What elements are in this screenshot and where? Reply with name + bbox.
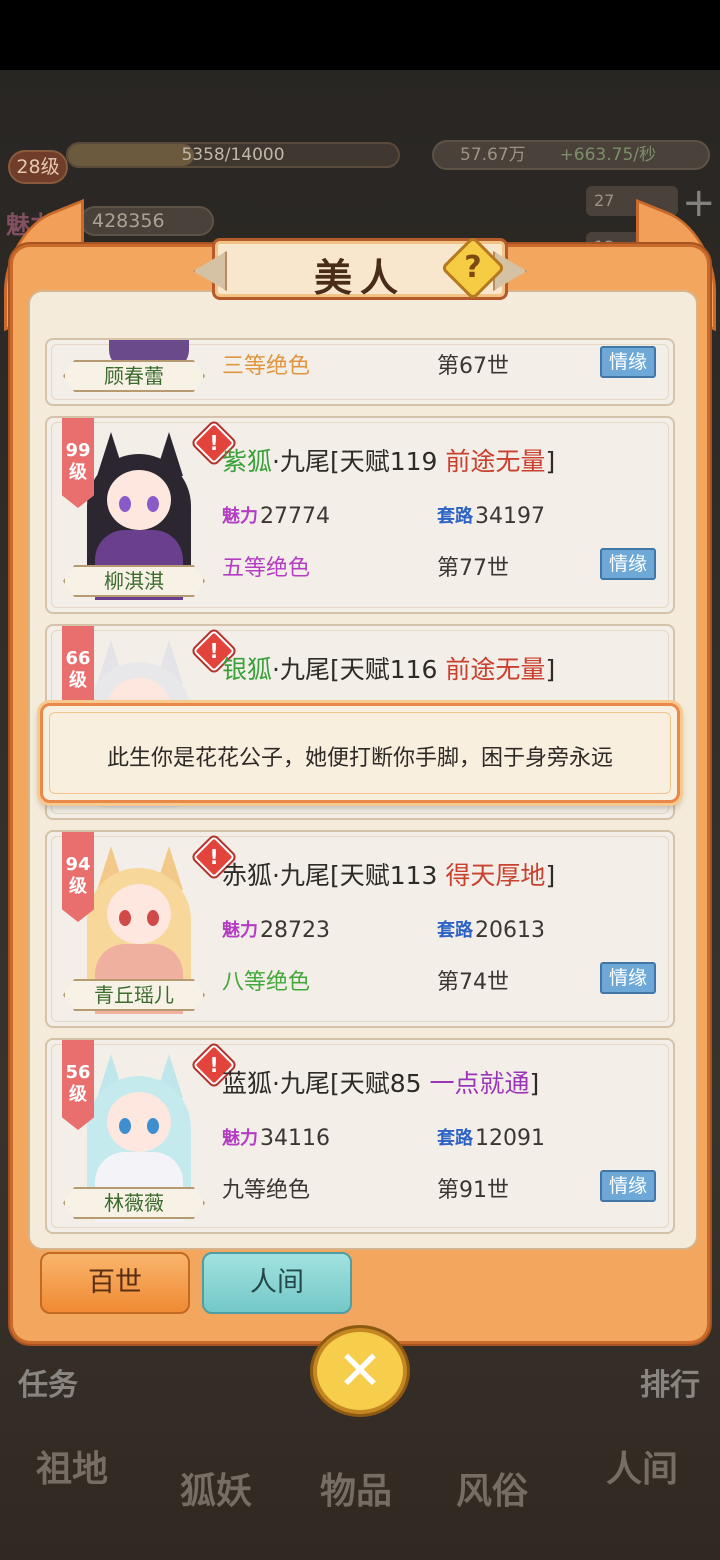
qingyuan-button[interactable]: 情缘 [600, 548, 656, 580]
qingyuan-button[interactable]: 情缘 [600, 1170, 656, 1202]
skill-icon: 套路 [437, 1128, 473, 1149]
exp-bar: 5358/14000 [66, 142, 400, 168]
beauty-card: 99级 柳淇淇 ! 紫狐·九尾[天赋119 前途无量] 魅力27774 套路34… [45, 416, 675, 614]
beauty-grade: 八等绝色 [222, 970, 311, 995]
resource-amount: 57.67万 [460, 145, 526, 165]
skill-stat: 套路20613 [437, 918, 545, 943]
beauty-name: 青丘瑶儿 [63, 979, 205, 1011]
bottom-nav: 祖地 狐妖 物品 风俗 人间 [0, 1390, 720, 1560]
beauty-card: 94级 青丘瑶儿 ! 赤狐·九尾[天赋113 得天厚地] 魅力28723 套路2… [45, 830, 675, 1028]
resource-rate: +663.75/秒 [559, 145, 656, 165]
beauty-generation: 第67世 [437, 354, 509, 379]
beauty-level: 56级 [62, 1040, 94, 1130]
tab-baishi[interactable]: 百世 [40, 1252, 190, 1314]
charm-stat: 魅力34116 [222, 1126, 330, 1151]
beauty-card: 顾春蕾 三等绝色 第67世 情缘 [45, 338, 675, 406]
beauty-title: 银狐·九尾[天赋116 前途无量] [222, 655, 556, 684]
skill-stat: 套路34197 [437, 504, 545, 529]
toast-text: 此生你是花花公子，她便打断你手脚，困于身旁永远 [106, 746, 613, 771]
qingyuan-button[interactable]: 情缘 [600, 962, 656, 994]
beauty-grade: 三等绝色 [222, 354, 311, 379]
charm-icon: 魅力 [222, 506, 258, 527]
beauty-card: 56级 林薇薇 ! 蓝狐·九尾[天赋85 一点就通] 魅力34116 套路120… [45, 1038, 675, 1234]
beauty-grade: 九等绝色 [222, 1178, 311, 1203]
tab-renjian[interactable]: 人间 [202, 1252, 352, 1314]
charm-icon: 魅力 [222, 920, 258, 941]
nav-huyao[interactable]: 狐妖 [180, 1462, 252, 1514]
beauty-title: 紫狐·九尾[天赋119 前途无量] [222, 447, 556, 476]
beauty-level: 94级 [62, 832, 94, 922]
skill-stat: 套路12091 [437, 1126, 545, 1151]
skill-icon: 套路 [437, 920, 473, 941]
nav-fengsu[interactable]: 风俗 [456, 1462, 528, 1514]
beauty-title: 蓝狐·九尾[天赋85 一点就通] [222, 1069, 540, 1098]
nav-renjian[interactable]: 人间 [606, 1440, 678, 1492]
beauty-generation: 第74世 [437, 970, 509, 995]
nav-zudi[interactable]: 祖地 [36, 1440, 108, 1492]
skill-icon: 套路 [437, 506, 473, 527]
charm-stat: 魅力28723 [222, 918, 330, 943]
beauty-name: 顾春蕾 [63, 360, 205, 392]
qingyuan-button[interactable]: 情缘 [600, 346, 656, 378]
beauty-generation: 第77世 [437, 556, 509, 581]
plus-icon: + [682, 180, 716, 226]
charm-icon: 魅力 [222, 1128, 258, 1149]
toast-message: 此生你是花花公子，她便打断你手脚，困于身旁永远 [40, 703, 680, 803]
beauty-title: 赤狐·九尾[天赋113 得天厚地] [222, 861, 556, 890]
player-level-badge: 28级 [8, 150, 68, 184]
charm-stat: 魅力27774 [222, 504, 330, 529]
beauty-name: 柳淇淇 [63, 565, 205, 597]
question-icon[interactable]: ? [450, 245, 496, 291]
beauty-grade: 五等绝色 [222, 556, 311, 581]
beauty-name: 林薇薇 [63, 1187, 205, 1219]
beauty-level: 99级 [62, 418, 94, 508]
nav-wupin[interactable]: 物品 [320, 1462, 392, 1514]
exp-text: 5358/14000 [181, 145, 285, 165]
resource-counter: 57.67万 +663.75/秒 [432, 140, 710, 170]
close-icon[interactable]: ✕ [313, 1328, 407, 1414]
beauty-generation: 第91世 [437, 1178, 509, 1203]
charm-value: 428356 [80, 206, 214, 236]
